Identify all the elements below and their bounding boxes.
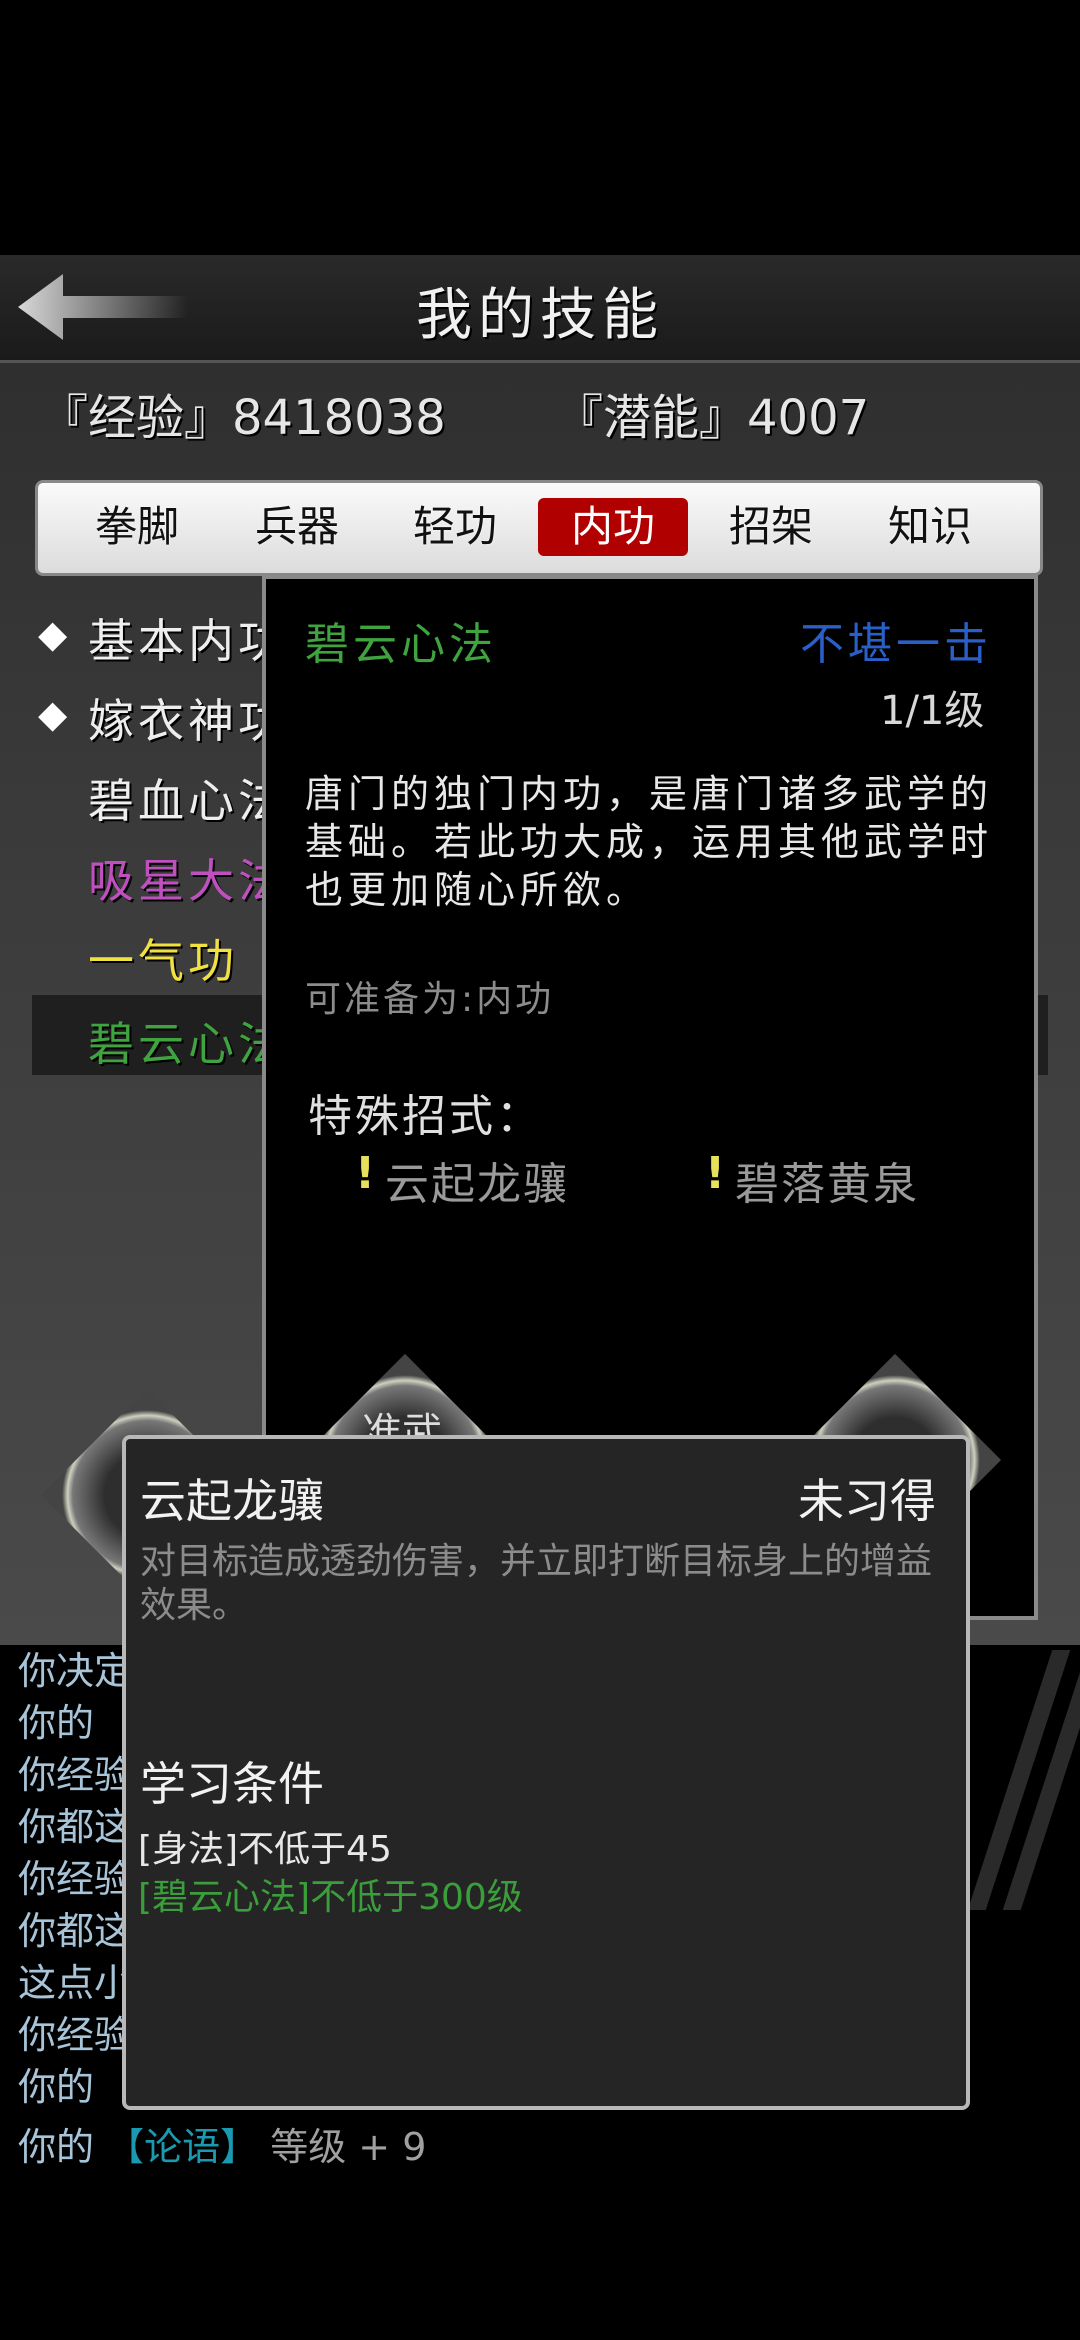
log-line: 你经验 bbox=[18, 1753, 133, 1797]
exclamation-icon: ! bbox=[705, 1148, 726, 1199]
condition-skill-level: [碧云心法]不低于300级 bbox=[138, 1877, 523, 1918]
popup-move-description: 对目标造成透劲伤害，并立即打断目标身上的增益效果。 bbox=[140, 1541, 933, 1626]
special-moves-label: 特殊招式： bbox=[308, 1091, 543, 1142]
skill-item-bixue[interactable]: 碧血心法 bbox=[88, 765, 288, 831]
detail-skill-description: 唐门的独门内功，是唐门诸多武学的基础。若此功大成，运用其他武学时也更加随心所欲。 bbox=[305, 772, 994, 912]
skill-item-basic-internal[interactable]: 基本内功 bbox=[88, 605, 288, 671]
tab-fist[interactable]: 拳脚 bbox=[62, 498, 212, 556]
log-line: 你的 bbox=[18, 2065, 95, 2109]
skill-item-jiayi[interactable]: 嫁衣神功 bbox=[88, 685, 288, 751]
log-prefix: 你的 bbox=[18, 2125, 95, 2169]
tab-lightness[interactable]: 轻功 bbox=[380, 498, 530, 556]
detail-skill-name: 碧云心法 bbox=[305, 619, 497, 670]
popup-move-status: 未习得 bbox=[798, 1474, 936, 1528]
log-line: 你决定 bbox=[18, 1649, 133, 1693]
log-line: 这点小 bbox=[18, 1961, 133, 2005]
exclamation-icon: ! bbox=[355, 1148, 376, 1199]
special-move-yunqi[interactable]: 云起龙骧 bbox=[385, 1148, 569, 1212]
skill-item-xixing[interactable]: 吸星大法 bbox=[88, 845, 288, 911]
log-line: 你的 bbox=[18, 1701, 95, 1745]
page-title: 我的技能 bbox=[416, 283, 664, 348]
popup-move-name: 云起龙骧 bbox=[140, 1474, 324, 1528]
detail-equippable: 可准备为:内功 bbox=[305, 979, 555, 1020]
log-line: 你经验 bbox=[18, 2013, 133, 2057]
potential-stat: 『潜能』4007 bbox=[555, 390, 870, 446]
learning-conditions-label: 学习条件 bbox=[140, 1757, 324, 1811]
tab-weapon[interactable]: 兵器 bbox=[222, 498, 372, 556]
tab-knowledge[interactable]: 知识 bbox=[855, 498, 1005, 556]
skill-item-biyun[interactable]: 碧云心法 bbox=[88, 1008, 288, 1074]
special-move-biluo[interactable]: 碧落黄泉 bbox=[735, 1148, 919, 1212]
log-skill-tag[interactable]: 【论语】 bbox=[106, 2125, 258, 2169]
detail-skill-level: 1/1级 bbox=[880, 688, 985, 734]
log-line: 你经验 bbox=[18, 1857, 133, 1901]
skill-item-yiqi[interactable]: 一气功 bbox=[88, 925, 238, 991]
detail-skill-rank: 不堪一击 bbox=[800, 619, 992, 670]
log-line: 你都这 bbox=[18, 1909, 133, 1953]
tab-parry[interactable]: 招架 bbox=[696, 498, 846, 556]
condition-agility: [身法]不低于45 bbox=[138, 1829, 392, 1870]
learned-marker-icon: ◆ bbox=[38, 692, 68, 736]
log-line: 你都这 bbox=[18, 1805, 133, 1849]
experience-stat: 『经验』8418038 bbox=[40, 390, 446, 446]
tab-internal[interactable]: 内功 bbox=[538, 498, 688, 556]
learned-marker-icon: ◆ bbox=[38, 612, 68, 656]
log-level-change: 等级 + 9 bbox=[270, 2125, 427, 2169]
log-line-last: 你的 【论语】 等级 + 9 bbox=[18, 2116, 426, 2171]
